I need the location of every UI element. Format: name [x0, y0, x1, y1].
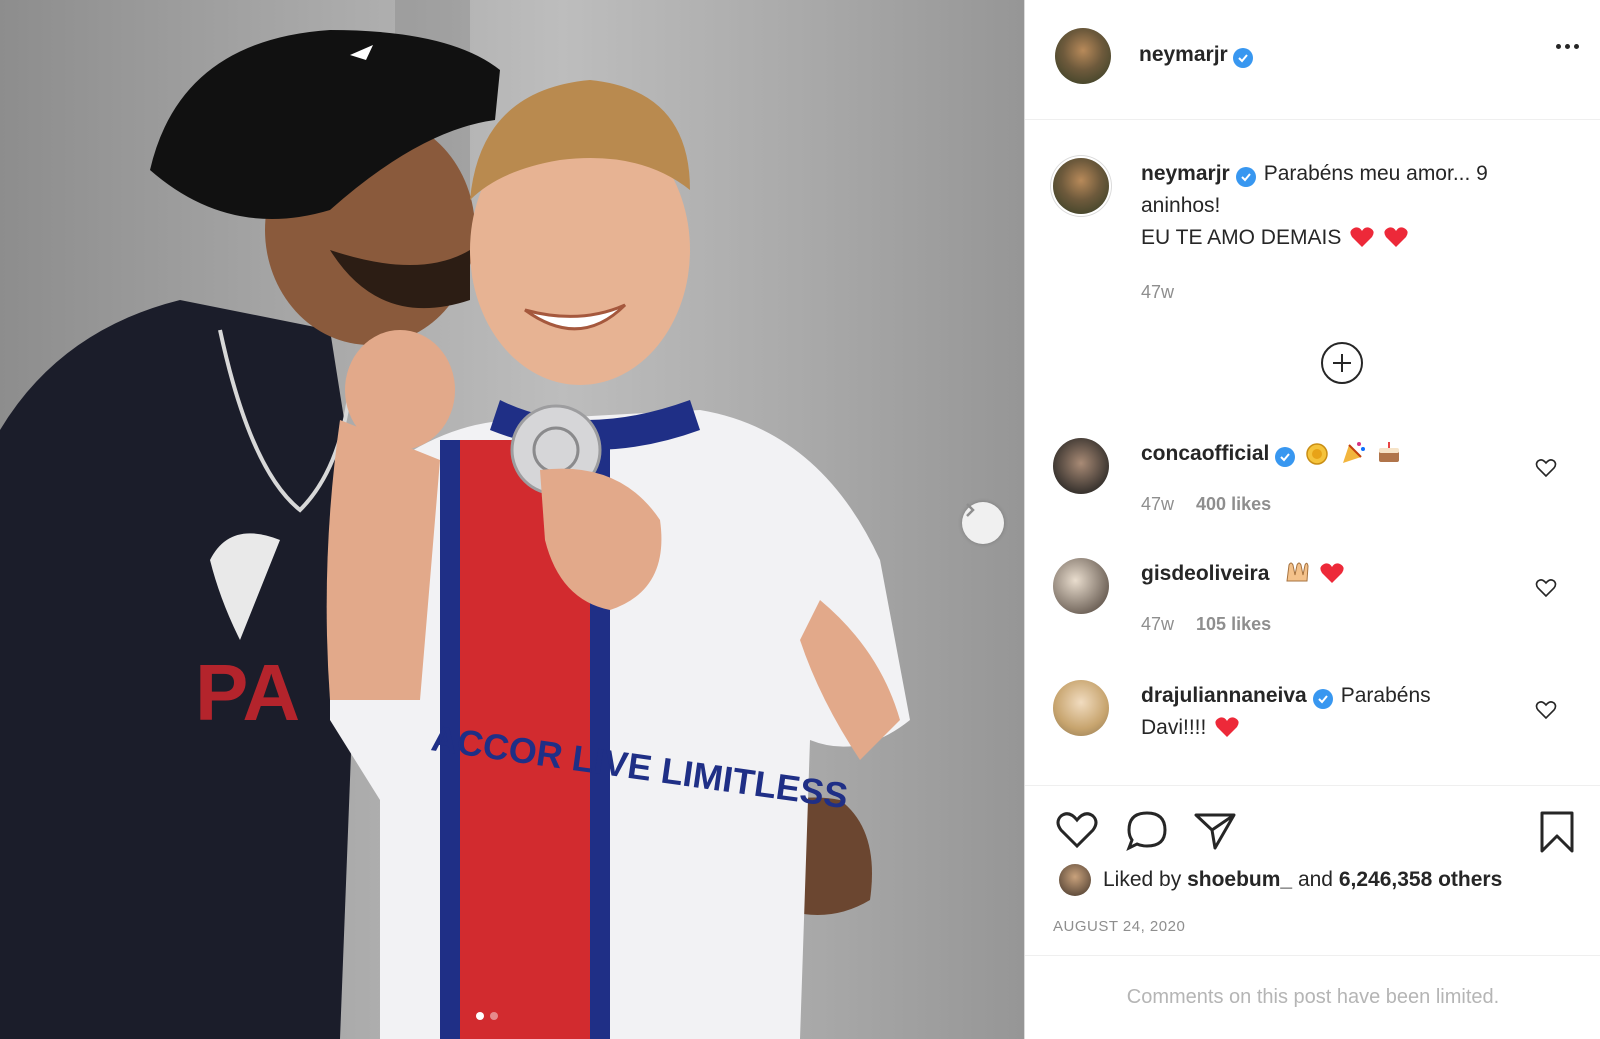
- post-actions: Liked by shoebum_ and 6,246,358 others A…: [1025, 785, 1600, 955]
- verified-badge-icon: [1312, 689, 1333, 709]
- likes-summary: Liked by shoebum_ and 6,246,358 others: [1059, 864, 1502, 896]
- comment-text-line-1: Parabéns: [1340, 684, 1431, 707]
- liker-avatar[interactable]: [1059, 864, 1091, 896]
- heart-emoji-icon: [1320, 563, 1344, 583]
- heart-icon[interactable]: [1535, 458, 1557, 478]
- comments-section: neymarjr Parabéns meu amor... 9 aninhos! …: [1025, 120, 1600, 785]
- verified-badge-icon: [1275, 447, 1296, 467]
- raised-hands-emoji-icon: [1286, 562, 1309, 582]
- comment-likes[interactable]: 400 likes: [1196, 488, 1271, 520]
- comment-time[interactable]: 47w: [1141, 608, 1174, 640]
- cake-emoji-icon: [1378, 442, 1399, 462]
- author-avatar[interactable]: [1055, 28, 1111, 84]
- caption-username[interactable]: neymarjr: [1141, 162, 1230, 185]
- svg-text:PA: PA: [195, 648, 300, 737]
- heart-icon[interactable]: [1535, 700, 1557, 720]
- carousel-dot-active: [476, 1012, 484, 1020]
- heart-emoji-icon: [1350, 227, 1374, 247]
- caption-line-1: Parabéns meu amor... 9: [1263, 162, 1488, 185]
- heart-icon[interactable]: [1535, 578, 1557, 598]
- bookmark-icon[interactable]: [1537, 810, 1577, 854]
- commenter-username[interactable]: concaofficial: [1141, 442, 1269, 465]
- commenter-avatar[interactable]: [1053, 438, 1109, 494]
- plus-circle-icon[interactable]: [1321, 342, 1363, 384]
- heart-emoji-icon: [1384, 227, 1408, 247]
- carousel-indicator: [476, 1012, 498, 1020]
- chevron-right-icon: [966, 503, 975, 517]
- post-image: PA ACCOR LIVE LIMITLESS: [0, 0, 910, 1039]
- post-photo[interactable]: PA ACCOR LIVE LIMITLESS: [0, 0, 1024, 1039]
- verified-badge-icon: [1232, 48, 1253, 68]
- post-header: neymarjr: [1025, 0, 1600, 120]
- next-photo-button[interactable]: [962, 502, 1004, 544]
- comment-likes[interactable]: 105 likes: [1196, 608, 1271, 640]
- heart-emoji-icon: [1215, 717, 1239, 737]
- commenter-username[interactable]: drajuliannaneiva: [1141, 684, 1307, 707]
- more-options-icon[interactable]: [1556, 44, 1579, 49]
- comment-time[interactable]: 47w: [1141, 488, 1174, 520]
- liked-by-others[interactable]: 6,246,358 others: [1339, 868, 1502, 892]
- like-heart-icon[interactable]: [1055, 810, 1099, 850]
- caption-avatar[interactable]: [1053, 158, 1109, 214]
- post-date[interactable]: AUGUST 24, 2020: [1053, 918, 1185, 935]
- party-popper-emoji-icon: [1343, 442, 1366, 463]
- caption-line-3: EU TE AMO DEMAIS: [1141, 226, 1342, 249]
- post-sidebar: neymarjr neymarjr Parabéns meu amor... 9 …: [1024, 0, 1600, 1039]
- commenter-avatar[interactable]: [1053, 558, 1109, 614]
- caption-line-2: aninhos!: [1141, 194, 1221, 217]
- comments-limited-notice: Comments on this post have been limited.: [1025, 955, 1600, 1039]
- author-username[interactable]: neymarjr: [1139, 43, 1228, 66]
- verified-badge-icon: [1235, 167, 1256, 187]
- comment-bubble-icon[interactable]: [1125, 810, 1169, 852]
- carousel-dot: [490, 1012, 498, 1020]
- paper-plane-icon[interactable]: [1193, 810, 1237, 852]
- liked-by-user[interactable]: shoebum_: [1187, 868, 1292, 892]
- commenter-avatar[interactable]: [1053, 680, 1109, 736]
- medal-emoji-icon: [1306, 443, 1328, 465]
- liked-by-prefix: Liked by: [1103, 868, 1182, 891]
- comment-text-line-2: Davi!!!!: [1141, 716, 1207, 739]
- caption-time[interactable]: 47w: [1141, 276, 1174, 308]
- liked-by-conjunction: and: [1297, 868, 1333, 891]
- commenter-username[interactable]: gisdeoliveira: [1141, 562, 1269, 585]
